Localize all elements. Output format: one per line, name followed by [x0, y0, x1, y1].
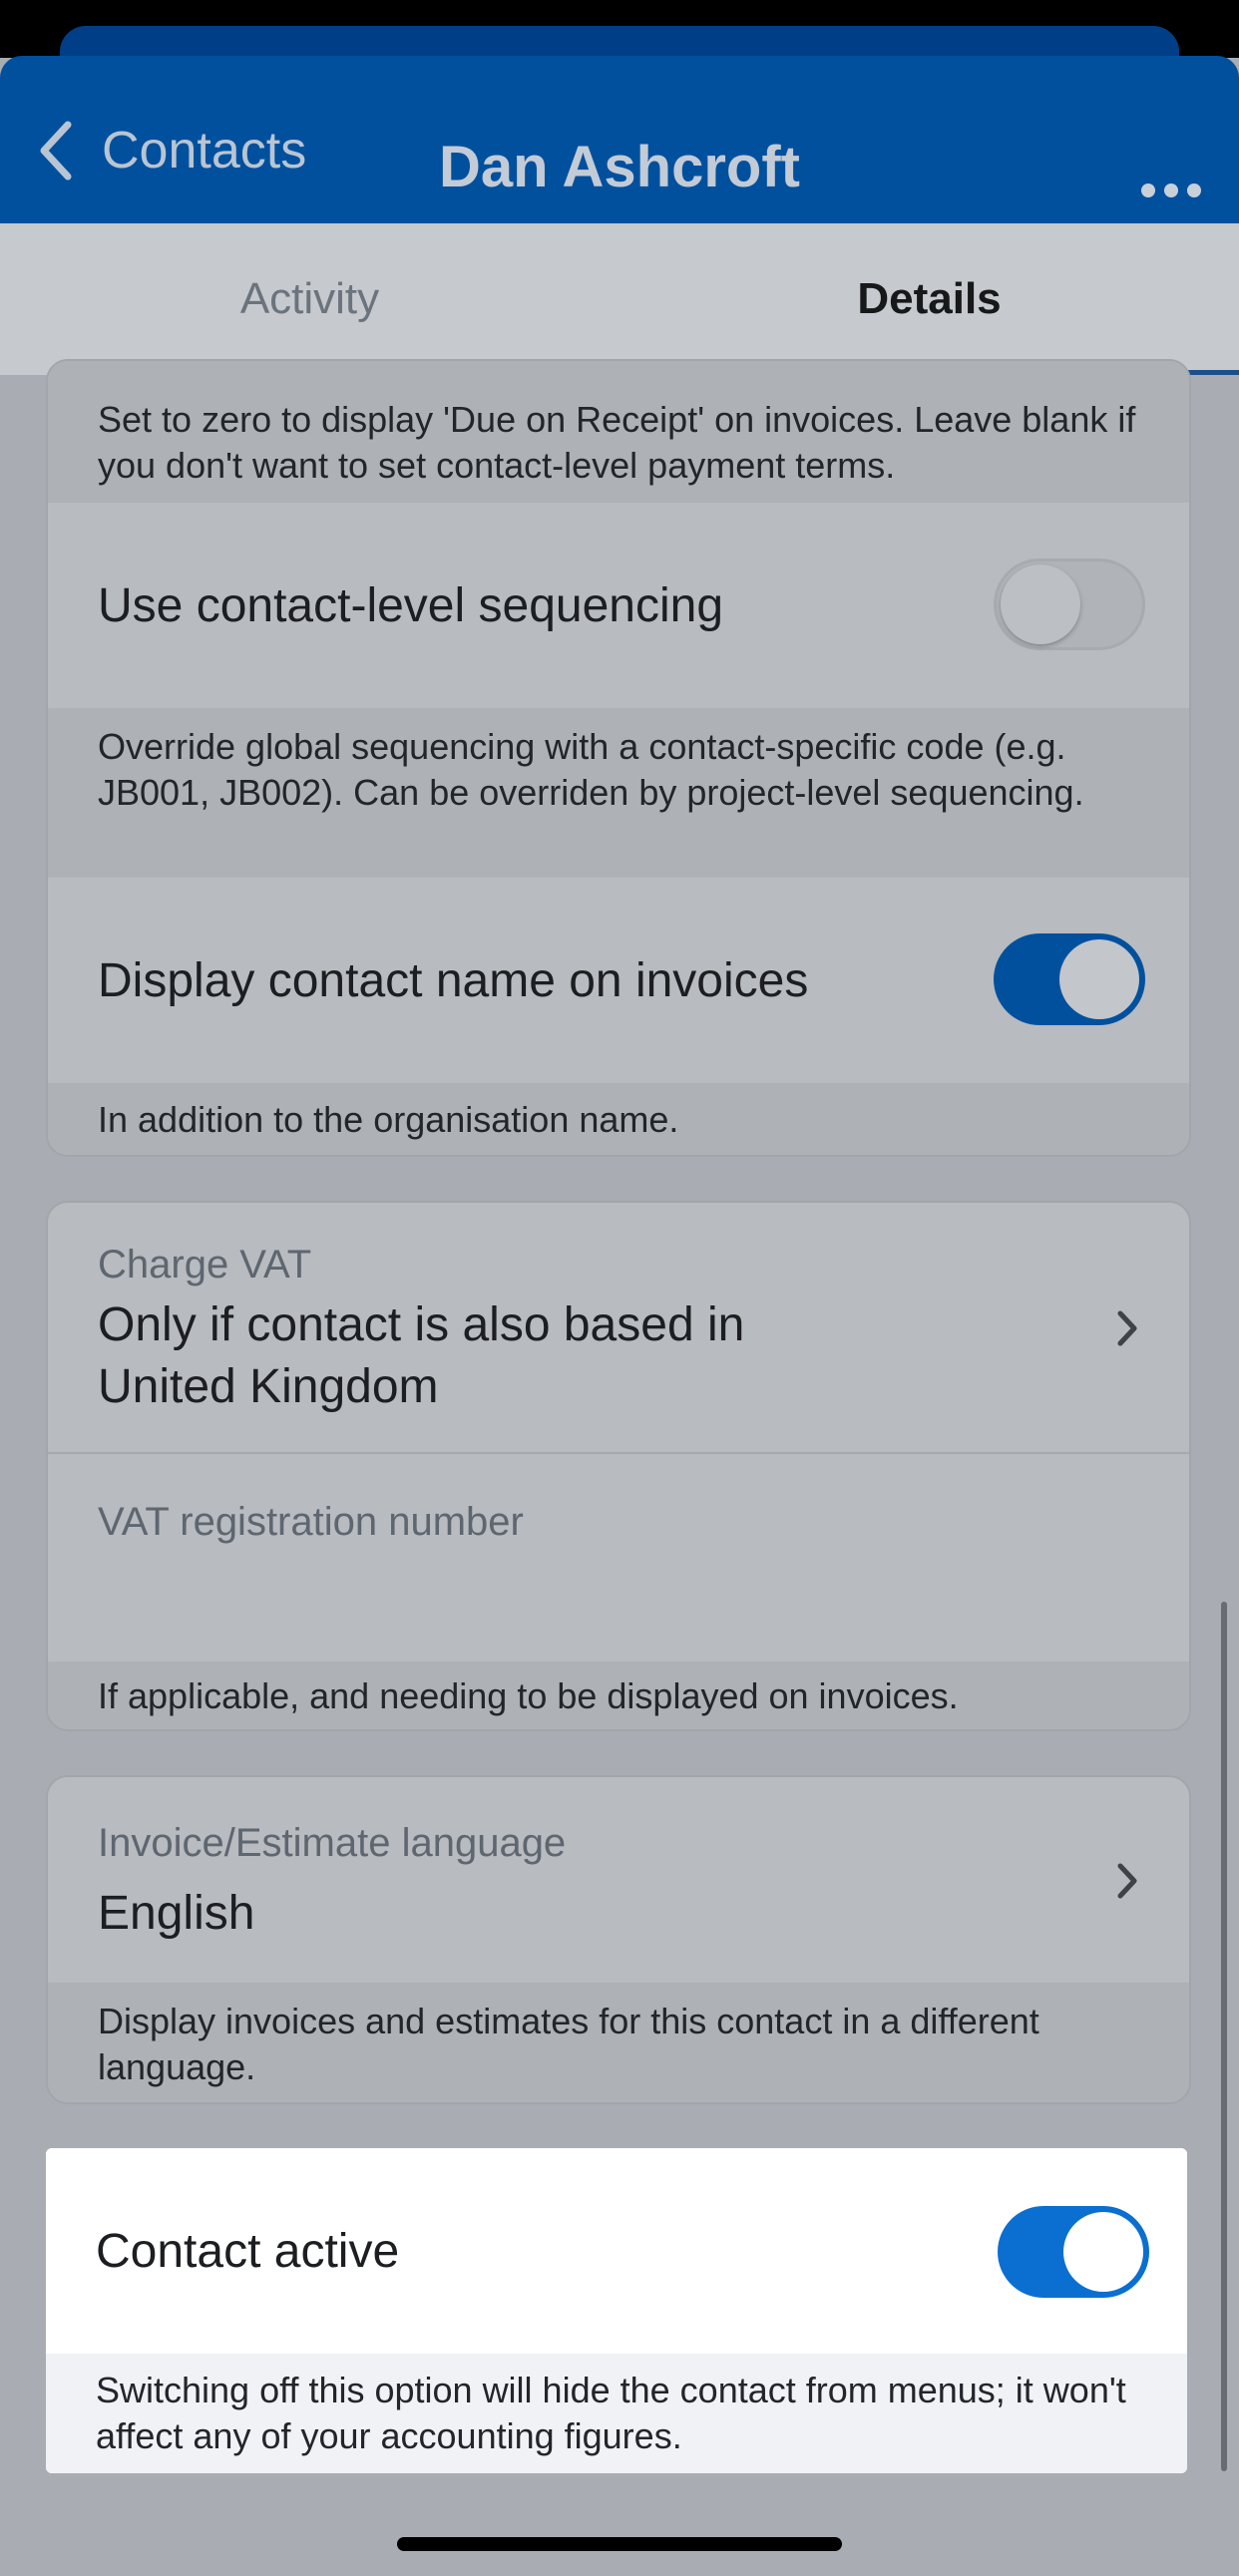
chevron-right-icon — [1117, 1310, 1137, 1346]
display-name-row: Display contact name on invoices — [48, 878, 1189, 1083]
tab-bar: Activity Details — [0, 223, 1239, 375]
language-card: Invoice/Estimate language English Displa… — [46, 1775, 1191, 2104]
display-name-help-text: In addition to the organisation name. — [98, 1099, 679, 1140]
vat-help: If applicable, and needing to be display… — [48, 1661, 1189, 1729]
home-indicator — [397, 2537, 842, 2551]
contact-active-help: Switching off this option will hide the … — [46, 2354, 1187, 2473]
charge-vat-row[interactable]: Charge VAT Only if contact is also based… — [48, 1203, 1189, 1452]
sequencing-help-text: Override global sequencing with a contac… — [98, 726, 1084, 813]
contact-active-row: Contact active — [46, 2148, 1187, 2354]
contact-active-label: Contact active — [96, 2225, 400, 2278]
chevron-right-icon — [1117, 1863, 1137, 1899]
vat-registration-row[interactable]: VAT registration number — [48, 1454, 1189, 1661]
ellipsis-icon[interactable] — [1141, 176, 1201, 205]
navigation-bar: Contacts Dan Ashcroft — [0, 56, 1239, 223]
sequencing-toggle[interactable] — [994, 558, 1145, 650]
contact-active-toggle[interactable] — [998, 2206, 1149, 2298]
payment-terms-help: Set to zero to display 'Due on Receipt' … — [48, 361, 1189, 503]
tab-activity[interactable]: Activity — [0, 223, 620, 375]
vat-help-text: If applicable, and needing to be display… — [98, 1675, 959, 1716]
charge-vat-value: Only if contact is also based in United … — [98, 1298, 745, 1413]
vat-card: Charge VAT Only if contact is also based… — [46, 1201, 1191, 1731]
sequencing-help: Override global sequencing with a contac… — [48, 708, 1189, 878]
tab-details[interactable]: Details — [620, 223, 1239, 375]
sequencing-row: Use contact-level sequencing — [48, 503, 1189, 708]
payment-terms-help-text: Set to zero to display 'Due on Receipt' … — [98, 399, 1136, 486]
page-title: Dan Ashcroft — [439, 135, 800, 199]
display-name-help: In addition to the organisation name. — [48, 1083, 1189, 1155]
language-value: English — [98, 1887, 255, 1940]
display-name-label: Display contact name on invoices — [98, 954, 809, 1007]
language-help-text: Display invoices and estimates for this … — [98, 2001, 1039, 2087]
contact-active-help-text: Switching off this option will hide the … — [96, 2370, 1126, 2456]
sequencing-label: Use contact-level sequencing — [98, 579, 724, 632]
language-row[interactable]: Invoice/Estimate language English — [48, 1777, 1189, 1983]
vat-registration-label: VAT registration number — [98, 1500, 524, 1544]
display-name-toggle[interactable] — [994, 933, 1145, 1025]
invoice-settings-card: Set to zero to display 'Due on Receipt' … — [46, 359, 1191, 1157]
contact-active-card: Contact active Switching off this option… — [46, 2148, 1187, 2473]
charge-vat-label: Charge VAT — [98, 1243, 312, 1287]
language-label: Invoice/Estimate language — [98, 1821, 567, 1865]
scrollbar[interactable] — [1221, 1602, 1227, 2471]
language-help: Display invoices and estimates for this … — [48, 1983, 1189, 2102]
